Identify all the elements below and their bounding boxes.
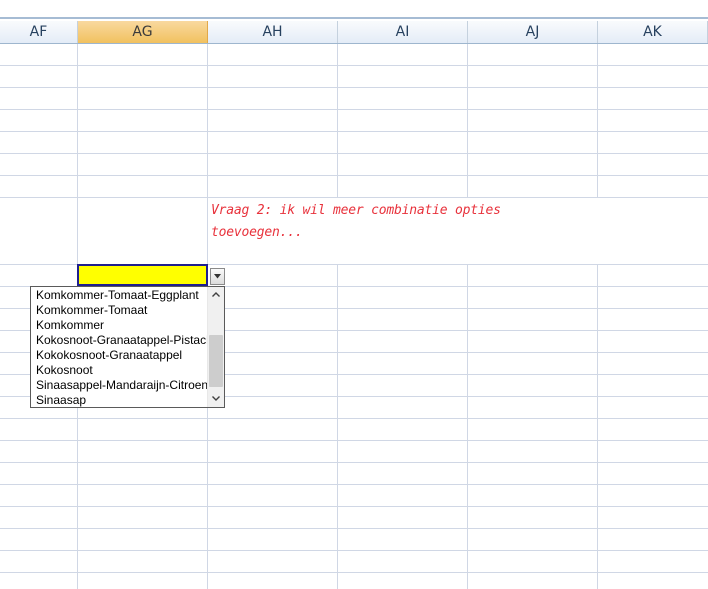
column-header-ak[interactable]: AK (598, 21, 708, 43)
grid-column-line (467, 44, 468, 589)
list-item[interactable]: Komkommer (31, 318, 207, 333)
grid-row-line (0, 418, 708, 419)
grid-row-line (0, 153, 708, 154)
grid-row-line (0, 528, 708, 529)
scroll-thumb[interactable] (209, 335, 223, 387)
chevron-up-icon (212, 292, 220, 297)
grid-column-line (597, 44, 598, 589)
ribbon-edge (0, 0, 708, 20)
list-item[interactable]: Komkommer-Tomaat (31, 303, 207, 318)
validation-dropdown-button[interactable] (210, 268, 225, 285)
grid-row-line (0, 109, 708, 110)
grid-row-line (0, 87, 708, 88)
column-header-row: AF AG AH AI AJ AK (0, 21, 708, 44)
grid-row-line (0, 506, 708, 507)
note-text: Vraag 2: ik wil meer combinatie opties t… (211, 203, 501, 240)
grid-row-line (0, 65, 708, 66)
dropdown-arrow-icon (214, 274, 221, 279)
grid-row-line (0, 462, 708, 463)
list-item[interactable]: Kokosnoot-Granaatappel-Pistache (31, 333, 207, 348)
list-item[interactable]: Komkommer-Tomaat-Eggplant (31, 288, 207, 303)
grid-row-line (0, 440, 708, 441)
list-item[interactable]: Kokokosnoot-Granaatappel (31, 348, 207, 363)
grid-row-line (0, 484, 708, 485)
chevron-down-icon (212, 396, 220, 401)
column-header-af[interactable]: AF (0, 21, 78, 43)
column-header-aj[interactable]: AJ (468, 21, 598, 43)
list-item[interactable]: Sinaasappel-Mandaraijn-Citroen (31, 378, 207, 393)
ribbon-border (0, 17, 708, 19)
grid-row-line (0, 572, 708, 573)
grid-row-line (0, 550, 708, 551)
column-header-ag[interactable]: AG (78, 21, 208, 43)
listbox-items: Komkommer-Tomaat-Eggplant Komkommer-Toma… (31, 288, 207, 407)
list-item[interactable]: Kokosnoot (31, 363, 207, 378)
list-item[interactable]: Sinaasap (31, 393, 207, 407)
grid-row-line (0, 175, 708, 176)
column-header-ai[interactable]: AI (338, 21, 468, 43)
validation-listbox[interactable]: Komkommer-Tomaat-Eggplant Komkommer-Toma… (30, 286, 225, 408)
listbox-scrollbar[interactable] (207, 287, 224, 407)
grid-row-line (0, 131, 708, 132)
scroll-up-button[interactable] (208, 287, 224, 303)
grid-column-line (337, 44, 338, 589)
scroll-down-button[interactable] (208, 391, 224, 407)
column-header-ah[interactable]: AH (208, 21, 338, 43)
active-cell-ag[interactable] (77, 264, 208, 286)
